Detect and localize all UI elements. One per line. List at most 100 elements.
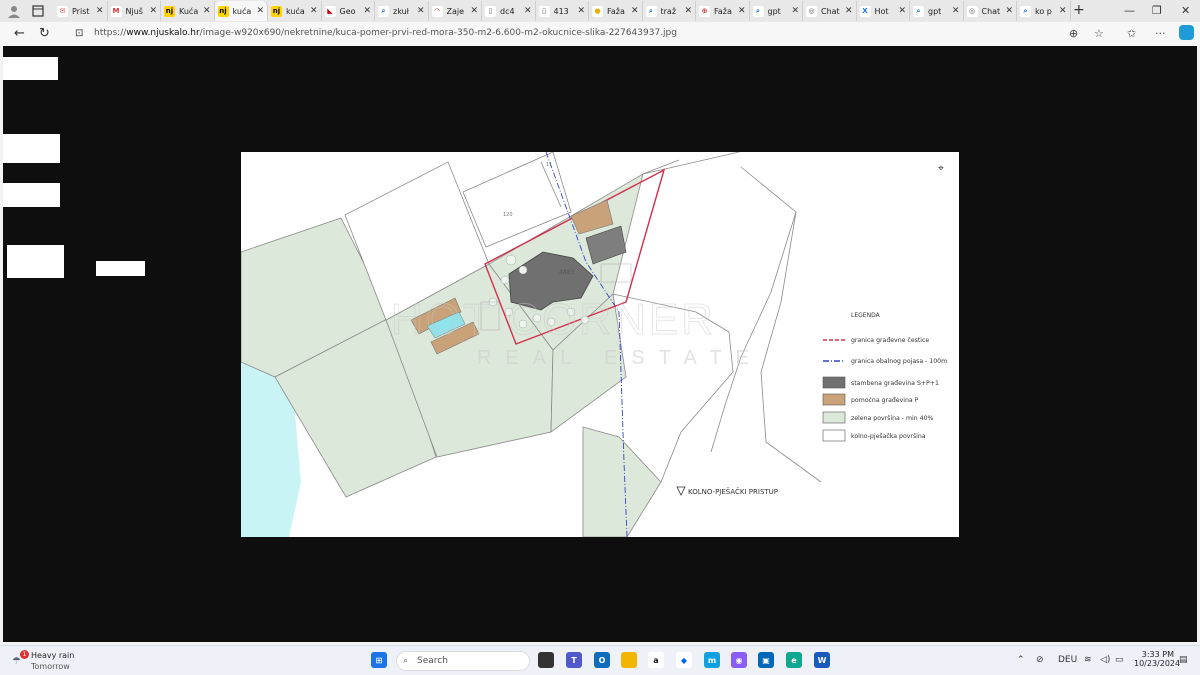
browser-tab[interactable]: ✉ Prist ✕ — [54, 1, 108, 21]
tab-close-icon[interactable]: ✕ — [203, 6, 211, 16]
tab-close-icon[interactable]: ✕ — [1005, 6, 1013, 16]
tab-label: Zaje — [446, 6, 465, 16]
browser-tab[interactable]: nj kuća ✕ — [268, 1, 322, 21]
browser-tab[interactable]: nj Kuća ✕ — [161, 1, 215, 21]
outlook-icon[interactable]: O — [594, 652, 610, 668]
browser-tab[interactable]: ◣ Geo ✕ — [322, 1, 375, 21]
tab-actions-icon[interactable] — [30, 3, 46, 19]
tab-close-icon[interactable]: ✕ — [96, 6, 104, 16]
tab-close-icon[interactable]: ✕ — [898, 6, 906, 16]
volume-icon[interactable]: ◁) — [1100, 655, 1110, 665]
legend-swatch-box — [822, 393, 846, 406]
tab-label: Faža — [714, 6, 732, 16]
tab-favicon-icon: ▯ — [485, 5, 496, 17]
browser-tab[interactable]: ▯ 413 ✕ — [536, 1, 589, 21]
teams-icon[interactable]: T — [566, 652, 582, 668]
new-tab-button[interactable]: + — [1073, 2, 1085, 18]
legend-label: zelena površina - min 40% — [851, 414, 934, 422]
tab-close-icon[interactable]: ✕ — [417, 6, 425, 16]
browser-tab[interactable]: ● Faža ✕ — [589, 1, 643, 21]
back-icon[interactable]: ← — [14, 26, 25, 41]
tab-favicon-icon: X — [859, 5, 871, 17]
tab-close-icon[interactable]: ✕ — [684, 6, 692, 16]
word-icon[interactable]: W — [814, 652, 830, 668]
tab-close-icon[interactable]: ✕ — [738, 6, 746, 16]
tab-close-icon[interactable]: ✕ — [631, 6, 639, 16]
tab-favicon-icon: ⌕ — [752, 5, 764, 17]
amazon-icon[interactable]: a — [648, 652, 664, 668]
tab-close-icon[interactable]: ✕ — [1059, 6, 1067, 16]
browser-tab[interactable]: ⌕ gpt ✕ — [910, 1, 964, 21]
lock-icon[interactable]: ⊡ — [75, 28, 83, 39]
browser-tab[interactable]: M Njuš ✕ — [108, 1, 161, 21]
more-menu-icon[interactable]: ··· — [1155, 27, 1166, 40]
tab-close-icon[interactable]: ✕ — [470, 6, 478, 16]
restore-button[interactable]: ❐ — [1152, 4, 1162, 17]
refresh-icon[interactable]: ↻ — [39, 26, 50, 41]
tab-close-icon[interactable]: ✕ — [577, 6, 585, 16]
tab-close-icon[interactable]: ✕ — [363, 6, 371, 16]
profile-icon[interactable] — [6, 3, 22, 19]
tab-close-icon[interactable]: ✕ — [791, 6, 799, 16]
site-plan-image[interactable]: 4883 120 11 HOT CORNER REAL ESTATE KOLNO… — [241, 152, 959, 537]
tab-favicon-icon: ◠ — [431, 5, 443, 17]
svg-text:KOLNO-PJEŠAČKI PRISTUP: KOLNO-PJEŠAČKI PRISTUP — [688, 487, 778, 496]
minimize-button[interactable]: — — [1124, 4, 1135, 17]
tab-favicon-icon: M — [110, 5, 122, 17]
favorites-icon[interactable]: ✩ — [1127, 27, 1136, 40]
weather-subtitle: Tomorrow — [31, 662, 70, 671]
copilot-icon[interactable] — [1179, 25, 1194, 40]
wifi-icon[interactable]: ≋ — [1084, 655, 1092, 665]
tab-close-icon[interactable]: ✕ — [149, 6, 157, 16]
tab-label: Faža — [607, 6, 625, 16]
network-off-icon[interactable]: ⊘ — [1036, 655, 1044, 665]
browser-tab[interactable]: ◠ Zaje ✕ — [429, 1, 482, 21]
clock-time: 3:33 PM — [1141, 650, 1174, 659]
store-icon[interactable]: ▣ — [758, 652, 774, 668]
tab-close-icon[interactable]: ✕ — [952, 6, 960, 16]
browser-tab[interactable]: ⌕ gpt ✕ — [750, 1, 803, 21]
url-field[interactable]: https://www.njuskalo.hr/image-w920x690/n… — [94, 28, 677, 38]
browser-tab[interactable]: nj kuća ✕ — [214, 1, 268, 21]
browser-tab[interactable]: ⌕ ko p ✕ — [1017, 1, 1071, 21]
tab-close-icon[interactable]: ✕ — [310, 6, 318, 16]
taskbar-search[interactable]: ⌕ Search — [396, 651, 530, 671]
zoom-icon[interactable]: ⊕ — [1069, 27, 1078, 40]
battery-icon[interactable]: ▭ — [1115, 655, 1124, 665]
tab-label: 413 — [553, 6, 569, 16]
svg-text:LEGENDA: LEGENDA — [851, 312, 881, 319]
tab-close-icon[interactable]: ✕ — [524, 6, 532, 16]
tab-close-icon[interactable]: ✕ — [256, 6, 264, 16]
copilot-app-icon[interactable]: ◉ — [731, 652, 747, 668]
input-language[interactable]: DEU — [1058, 655, 1077, 665]
favorite-star-icon[interactable]: ☆ — [1094, 27, 1104, 40]
browser-tab[interactable]: ⌕ traž ✕ — [643, 1, 696, 21]
close-window-button[interactable]: ✕ — [1181, 4, 1190, 17]
notifications-icon[interactable]: ▤ — [1179, 655, 1188, 665]
start-button[interactable]: ⊞ — [371, 652, 387, 668]
plan-legend: LEGENDA granica građevne čestice granica … — [822, 312, 947, 442]
tab-favicon-icon: ◣ — [324, 5, 336, 17]
tray-chevron-icon[interactable]: ⌃ — [1017, 655, 1025, 665]
tab-favicon-icon: ● — [592, 5, 603, 17]
tab-label: Chat — [981, 6, 1001, 16]
visual-search-icon[interactable]: ⌖ — [933, 161, 949, 177]
task-view-icon[interactable] — [538, 652, 554, 668]
tab-strip: ✉ Prist ✕ M Njuš ✕ nj Kuća ✕ nj kuća ✕ nj kuća ✕ ◣ Geo ✕ ⌕… — [54, 1, 1071, 21]
tab-label: Njuš — [125, 6, 143, 16]
tab-label: gpt — [928, 6, 942, 16]
browser-tab[interactable]: ◎ Chat ✕ — [803, 1, 857, 21]
browser-tab[interactable]: ⌕ zkuł ✕ — [375, 1, 429, 21]
mytaxi-icon[interactable]: m — [704, 652, 720, 668]
browser-tab[interactable]: X Hot ✕ — [857, 1, 910, 21]
tab-close-icon[interactable]: ✕ — [845, 6, 853, 16]
legend-swatch-box — [822, 429, 846, 442]
edge-icon[interactable]: e — [786, 652, 802, 668]
browser-tab[interactable]: ⊕ Faža ✕ — [696, 1, 750, 21]
tab-favicon-icon: ◎ — [806, 5, 817, 17]
clock[interactable]: 3:33 PM 10/23/2024 — [1134, 650, 1180, 668]
browser-tab[interactable]: ▯ dc4 ✕ — [482, 1, 536, 21]
file-explorer-icon[interactable] — [621, 652, 637, 668]
browser-tab[interactable]: ◎ Chat ✕ — [964, 1, 1017, 21]
dropbox-icon[interactable]: ◆ — [676, 652, 692, 668]
